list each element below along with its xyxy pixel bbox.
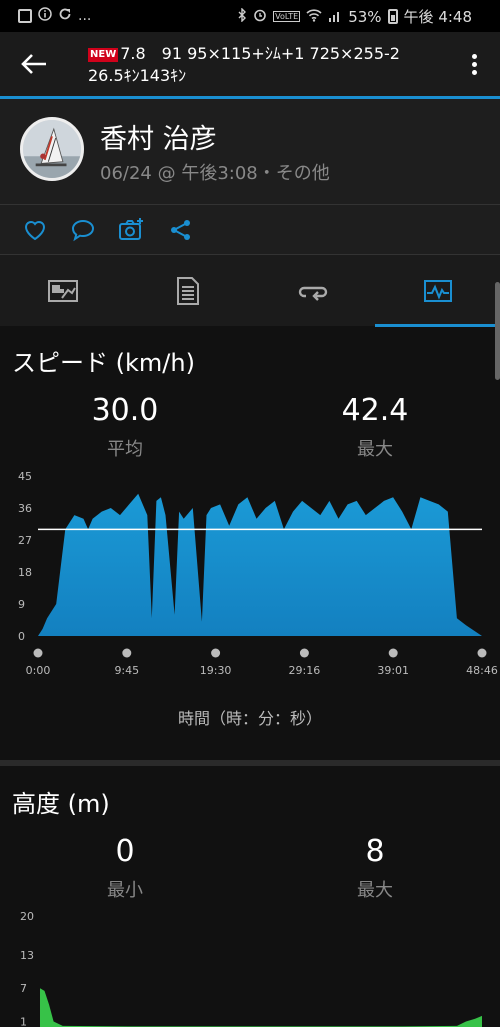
user-name: 香村 治彦 bbox=[100, 124, 217, 155]
status-right: VoLTE 53% 午後 4:48 bbox=[237, 6, 472, 27]
alarm-icon bbox=[253, 8, 267, 26]
bluetooth-icon bbox=[237, 6, 247, 26]
y-tick-label: 36 bbox=[18, 502, 32, 515]
activity-title: NEW 7.8 91 95×115+ｼﾑ+1 725×255-2 26.5ｷﾝ14… bbox=[88, 43, 468, 87]
x-tick-dot bbox=[477, 648, 487, 658]
x-tick-label: 19:30 bbox=[200, 664, 232, 677]
x-tick-dot bbox=[33, 648, 43, 658]
altitude-area-series bbox=[40, 988, 482, 1027]
altitude-panel: 高度 (m) 0 最小 8 最大 1 7 13 20 bbox=[0, 766, 500, 1027]
x-tick-label: 48:46 bbox=[466, 664, 498, 677]
volte-indicator: VoLTE bbox=[273, 11, 301, 22]
status-left: ... bbox=[18, 6, 91, 25]
overview-icon bbox=[47, 280, 78, 302]
tab-laps[interactable] bbox=[250, 255, 375, 327]
title-line-2: 26.5ｷﾝ143ｷﾝ bbox=[88, 66, 187, 85]
y-tick-label: 13 bbox=[20, 949, 34, 962]
tab-charts[interactable] bbox=[375, 255, 500, 327]
y-tick-label: 1 bbox=[20, 1015, 27, 1027]
more-notifications: ... bbox=[78, 7, 92, 24]
windsurf-photo bbox=[23, 120, 81, 178]
speed-title: スピード (km/h) bbox=[12, 349, 195, 377]
status-bar: ... VoLTE 53% 午後 4:48 bbox=[0, 0, 500, 32]
max-altitude-label: 最大 bbox=[357, 880, 393, 901]
avg-speed-label: 平均 bbox=[107, 439, 143, 460]
action-bar bbox=[0, 204, 500, 254]
altitude-chart[interactable]: 1 7 13 20 bbox=[0, 906, 500, 1027]
title-line-1: 7.8 91 95×115+ｼﾑ+1 725×255-2 bbox=[120, 44, 400, 63]
activity-meta: 06/24 @ 午後3:08・その他 bbox=[100, 163, 330, 184]
battery-percent: 53% bbox=[348, 7, 382, 26]
y-tick-label: 0 bbox=[18, 630, 25, 643]
scrollbar-thumb[interactable] bbox=[495, 282, 500, 380]
min-altitude-value: 0 bbox=[115, 834, 135, 869]
new-badge: NEW bbox=[88, 48, 119, 62]
info-notification-icon bbox=[38, 6, 52, 25]
wifi-icon bbox=[306, 8, 322, 26]
laps-loop-icon bbox=[298, 286, 327, 301]
details-document-icon bbox=[176, 277, 199, 305]
tab-details[interactable] bbox=[125, 255, 250, 327]
signal-icon bbox=[328, 8, 342, 26]
x-tick-label: 9:45 bbox=[114, 664, 139, 677]
app-bar: NEW 7.8 91 95×115+ｼﾑ+1 725×255-2 26.5ｷﾝ14… bbox=[0, 32, 500, 96]
x-tick-label: 0:00 bbox=[26, 664, 51, 677]
x-tick-dot bbox=[299, 648, 309, 658]
activity-tabs bbox=[0, 254, 500, 327]
add-photo-icon[interactable] bbox=[118, 217, 144, 243]
x-tick-label: 39:01 bbox=[377, 664, 409, 677]
y-tick-label: 7 bbox=[20, 982, 27, 995]
min-altitude-label: 最小 bbox=[107, 880, 143, 901]
comment-icon[interactable] bbox=[70, 217, 96, 243]
back-arrow-icon[interactable] bbox=[20, 52, 48, 76]
charts-icon bbox=[423, 280, 452, 302]
speed-area-series bbox=[38, 493, 482, 636]
y-tick-label: 9 bbox=[18, 598, 25, 611]
y-tick-label: 27 bbox=[18, 534, 32, 547]
y-tick-label: 20 bbox=[20, 910, 34, 923]
sync-icon bbox=[58, 6, 72, 25]
x-tick-dot bbox=[122, 648, 132, 658]
avatar[interactable] bbox=[20, 117, 84, 181]
image-notification-icon bbox=[18, 8, 32, 23]
x-tick-label: 29:16 bbox=[289, 664, 321, 677]
overflow-menu-icon[interactable] bbox=[472, 54, 478, 76]
like-heart-icon[interactable] bbox=[22, 217, 48, 243]
max-speed-label: 最大 bbox=[357, 439, 393, 460]
max-altitude-value: 8 bbox=[365, 834, 385, 869]
avg-speed-value: 30.0 bbox=[91, 393, 159, 428]
y-tick-label: 18 bbox=[18, 566, 32, 579]
max-speed-value: 42.4 bbox=[341, 393, 409, 428]
battery-icon bbox=[387, 9, 398, 24]
clock: 午後 4:48 bbox=[403, 8, 472, 26]
y-tick-label: 45 bbox=[18, 470, 32, 483]
x-tick-dot bbox=[211, 648, 221, 658]
speed-chart[interactable]: 0 9 18 27 36 45 0:00 9:45 19:30 29:16 39:01 48:46 bbox=[0, 462, 500, 712]
tab-overview[interactable] bbox=[0, 255, 125, 327]
x-tick-dot bbox=[388, 648, 398, 658]
share-icon[interactable] bbox=[168, 217, 194, 243]
altitude-title: 高度 (m) bbox=[12, 790, 110, 818]
activity-header: 香村 治彦 06/24 @ 午後3:08・その他 bbox=[0, 99, 500, 204]
speed-x-axis-label: 時間（時：分：秒） bbox=[177, 709, 322, 728]
speed-panel: スピード (km/h) 30.0 平均 42.4 最大 0 9 18 27 36 45 0:… bbox=[0, 327, 500, 760]
